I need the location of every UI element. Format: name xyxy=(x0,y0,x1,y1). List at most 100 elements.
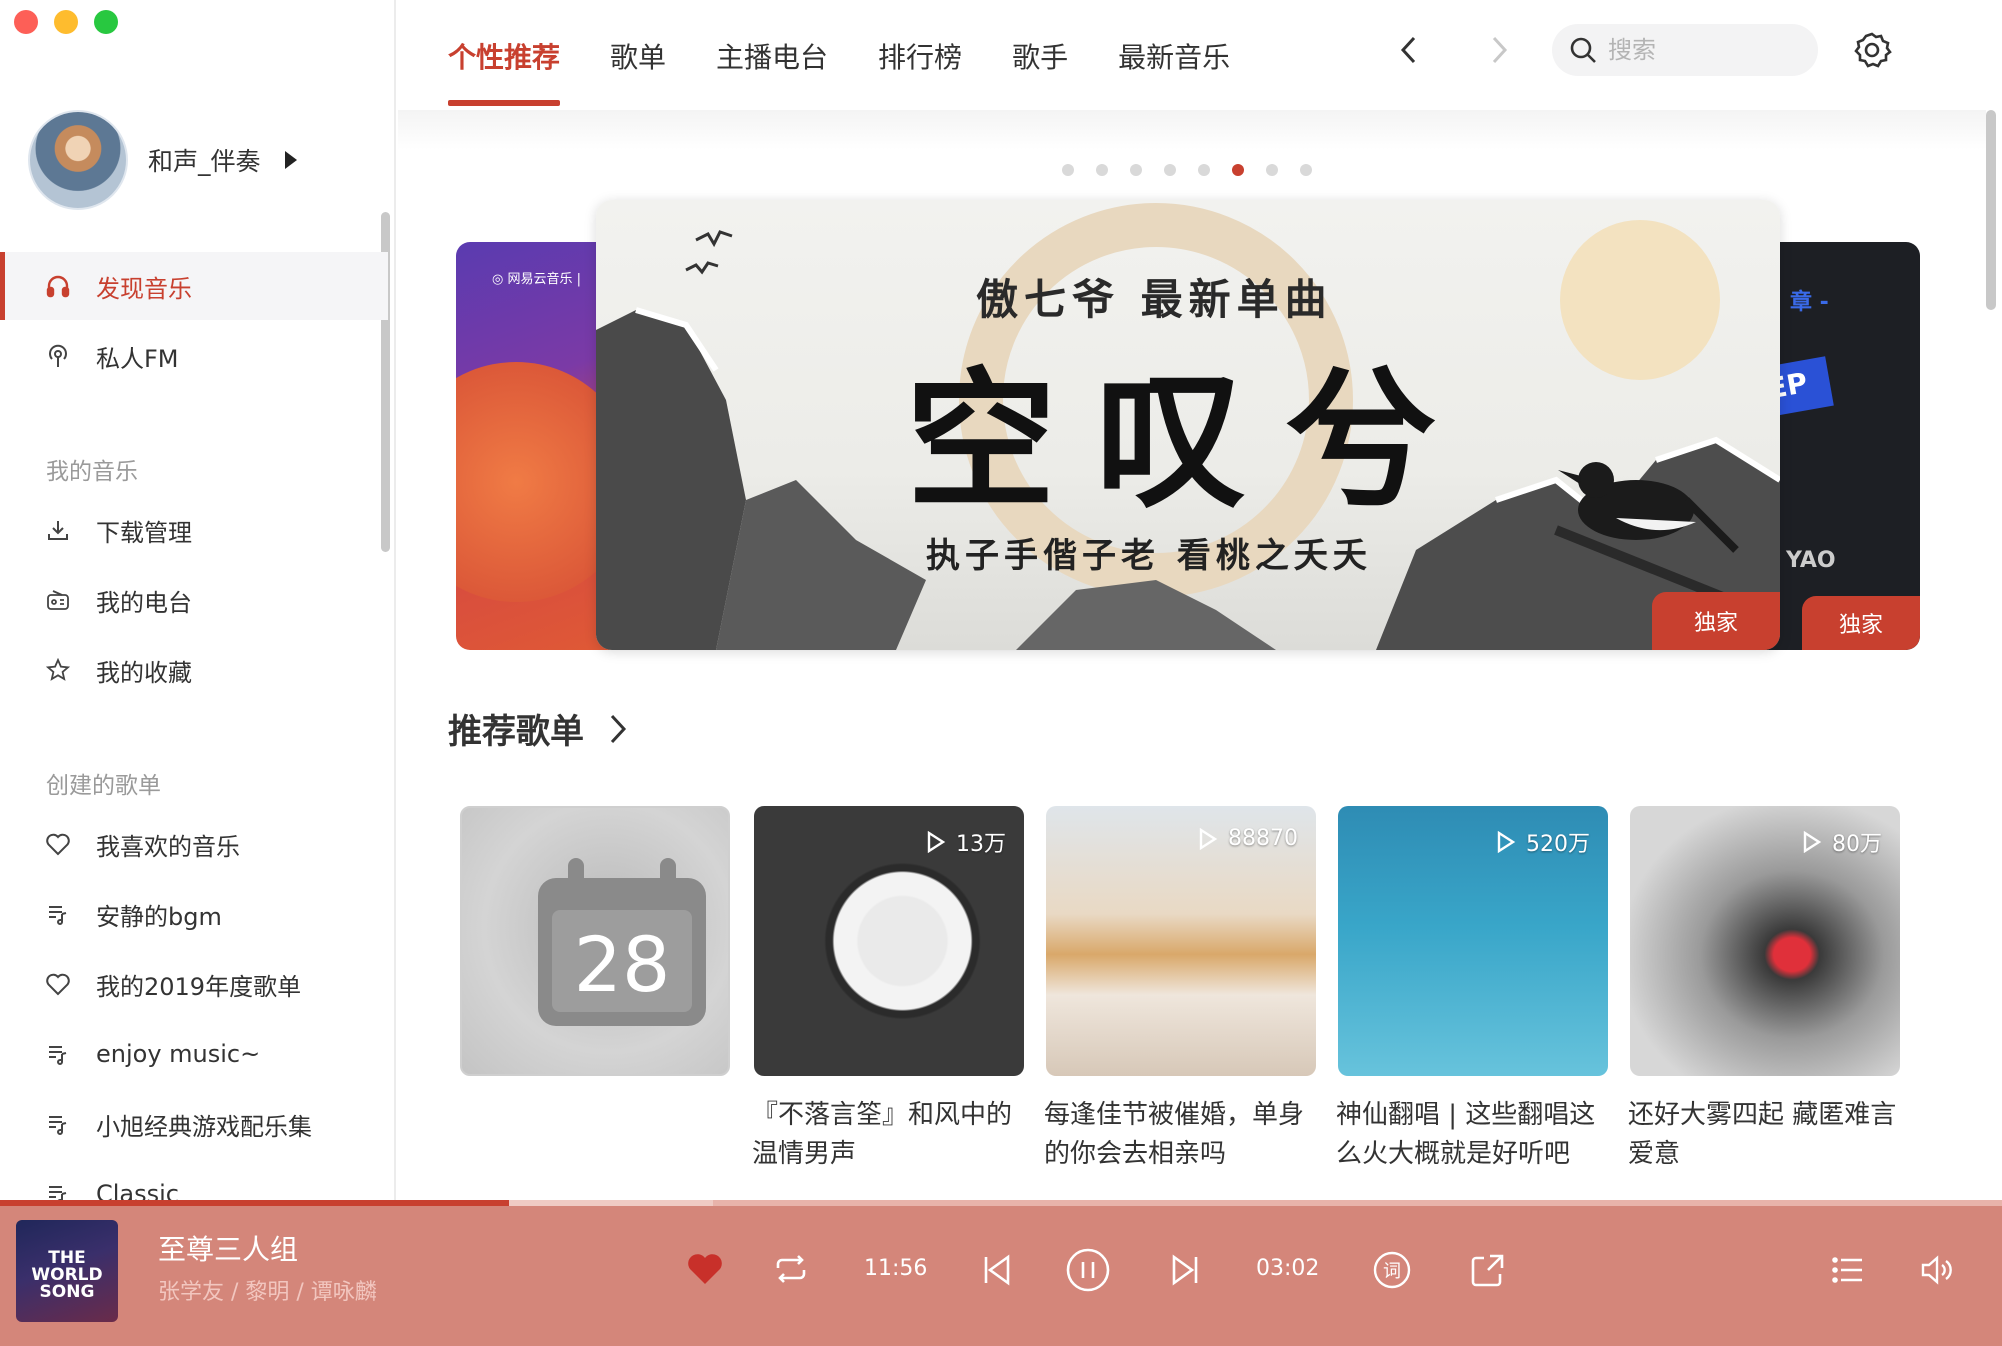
section-title: 推荐歌单 xyxy=(448,712,584,752)
main-scrollbar[interactable] xyxy=(1986,110,1996,310)
section-title-created-playlists: 创建的歌单 xyxy=(46,773,161,799)
play-icon xyxy=(1497,831,1516,853)
playlist-queue-icon[interactable] xyxy=(1832,1256,1864,1284)
playlist-icon xyxy=(44,1180,72,1200)
next-track-icon[interactable] xyxy=(1170,1254,1200,1286)
tab-charts[interactable]: 排行榜 xyxy=(878,36,962,106)
play-count: 88870 xyxy=(1198,826,1298,851)
sidebar-item-downloads[interactable]: 下载管理 xyxy=(0,496,388,564)
banner-dot[interactable] xyxy=(1266,164,1278,176)
tab-personal-recommend[interactable]: 个性推荐 xyxy=(448,36,561,106)
forward-button[interactable] xyxy=(1480,32,1516,68)
banner-carousel[interactable]: 傲七爷 最新单曲 空叹兮 执子手偕子老 看桃之夭夭 独家 xyxy=(596,200,1780,650)
banner-next-yao: YAO xyxy=(1786,548,1836,573)
settings-button[interactable] xyxy=(1852,30,1892,70)
calendar-day: 28 xyxy=(573,920,671,1009)
sidebar-item-label: 我的2019年度歌单 xyxy=(96,972,302,1001)
top-tabs: 个性推荐 歌单 主播电台 排行榜 歌手 最新音乐 xyxy=(448,36,1280,106)
play-count: 80万 xyxy=(1802,826,1882,858)
share-icon[interactable] xyxy=(1470,1252,1506,1288)
user-profile[interactable]: 和声_伴奏 xyxy=(28,110,297,210)
playlist-icon xyxy=(44,1110,72,1138)
sidebar-item-label: 下载管理 xyxy=(96,518,192,547)
banner-title: 空叹兮 xyxy=(906,353,1477,529)
recommended-playlists-header[interactable]: 推荐歌单 xyxy=(448,704,630,753)
heart-icon xyxy=(44,830,72,858)
album-cover-text: THE WORLD SONG xyxy=(31,1248,103,1302)
banner-dot[interactable] xyxy=(1164,164,1176,176)
banner-next-text: 章 - xyxy=(1790,290,1829,315)
sidebar: 和声_伴奏 发现音乐 私人FM 我的音乐 下载管理 我的电台 我的收藏 创建的歌… xyxy=(0,0,396,1200)
close-window-button[interactable] xyxy=(14,10,38,34)
back-button[interactable] xyxy=(1392,32,1428,68)
playlist-card[interactable]: 88870 xyxy=(1046,806,1316,1076)
play-count-value: 80万 xyxy=(1832,832,1882,857)
caret-right-icon[interactable] xyxy=(284,151,297,169)
window-controls xyxy=(14,10,118,34)
download-icon xyxy=(44,516,72,544)
sidebar-item-quiet-bgm[interactable]: 安静的bgm xyxy=(0,880,388,948)
sidebar-item-discover-music[interactable]: 发现音乐 xyxy=(0,252,388,320)
like-heart-icon[interactable] xyxy=(686,1252,724,1286)
album-cover[interactable]: THE WORLD SONG xyxy=(16,1220,118,1322)
sidebar-item-liked-music[interactable]: 我喜欢的音乐 xyxy=(0,810,388,878)
play-count-value: 88870 xyxy=(1228,826,1298,851)
playlist-card[interactable]: 520万 xyxy=(1338,806,1608,1076)
sidebar-item-game-music[interactable]: 小旭经典游戏配乐集 xyxy=(0,1090,388,1158)
sidebar-item-2019-playlist[interactable]: 我的2019年度歌单 xyxy=(0,950,388,1018)
playlist-card[interactable]: 80万 xyxy=(1630,806,1900,1076)
sidebar-item-my-radio[interactable]: 我的电台 xyxy=(0,566,388,634)
sidebar-item-classic[interactable]: Classic xyxy=(0,1160,388,1200)
play-count-value: 13万 xyxy=(956,832,1006,857)
sidebar-item-my-collection[interactable]: 我的收藏 xyxy=(0,636,388,704)
sidebar-item-label: enjoy music~ xyxy=(96,1040,261,1068)
playlist-title[interactable]: 每逢佳节被催婚，单身的你会去相亲吗 xyxy=(1044,1096,1314,1174)
star-icon xyxy=(44,656,72,684)
song-title[interactable]: 至尊三人组 xyxy=(158,1228,298,1268)
playlist-card[interactable]: 13万 xyxy=(754,806,1024,1076)
tab-new-music[interactable]: 最新音乐 xyxy=(1118,36,1230,106)
tab-artists[interactable]: 歌手 xyxy=(1012,36,1068,106)
search-input[interactable] xyxy=(1608,36,1798,64)
playlist-title[interactable]: 还好大雾四起 藏匿难言爱意 xyxy=(1628,1096,1898,1174)
chevron-right-icon xyxy=(610,714,627,743)
play-count-value: 520万 xyxy=(1526,832,1590,857)
sidebar-item-private-fm[interactable]: 私人FM xyxy=(0,322,388,390)
banner-dot[interactable] xyxy=(1062,164,1074,176)
banner-dot[interactable] xyxy=(1232,164,1244,176)
podcast-icon xyxy=(44,342,72,370)
play-count: 13万 xyxy=(926,826,1006,858)
previous-track-icon[interactable] xyxy=(982,1254,1012,1286)
zoom-window-button[interactable] xyxy=(94,10,118,34)
banner-tagline: 执子手偕子老 看桃之夭夭 xyxy=(926,536,1372,576)
repeat-icon[interactable] xyxy=(774,1254,808,1284)
song-artists[interactable]: 张学友 / 黎明 / 谭咏麟 xyxy=(158,1274,377,1306)
daily-recommend-card[interactable]: 28 xyxy=(460,806,730,1076)
search-box[interactable] xyxy=(1552,24,1818,76)
banner-dot[interactable] xyxy=(1300,164,1312,176)
tab-dj-radio[interactable]: 主播电台 xyxy=(716,36,828,106)
banner-dot[interactable] xyxy=(1198,164,1210,176)
banner-dot[interactable] xyxy=(1096,164,1108,176)
volume-icon[interactable] xyxy=(1920,1254,1954,1286)
user-name[interactable]: 和声_伴奏 xyxy=(148,142,261,178)
progress-fill[interactable] xyxy=(0,1200,509,1206)
chevron-right-icon xyxy=(1492,36,1508,64)
pause-icon[interactable] xyxy=(1066,1248,1110,1292)
playlist-title[interactable]: 『不落言筌』和风中的温情男声 xyxy=(752,1096,1022,1174)
sidebar-item-label: 发现音乐 xyxy=(96,274,192,303)
sidebar-item-enjoy-music[interactable]: enjoy music~ xyxy=(0,1020,388,1088)
total-duration: 03:02 xyxy=(1256,1256,1320,1281)
banner-subtitle: 傲七爷 最新单曲 xyxy=(976,275,1333,324)
calendar-icon: 28 xyxy=(538,858,706,1026)
banner-dot[interactable] xyxy=(1130,164,1142,176)
avatar[interactable] xyxy=(28,110,128,210)
banner-pagination xyxy=(1062,164,1312,176)
exclusive-badge: 独家 xyxy=(1652,592,1780,650)
lyrics-icon[interactable]: 词 xyxy=(1372,1250,1412,1290)
tab-playlists[interactable]: 歌单 xyxy=(610,36,666,106)
play-icon xyxy=(1803,831,1822,853)
minimize-window-button[interactable] xyxy=(54,10,78,34)
heart-icon xyxy=(44,970,72,998)
playlist-title[interactable]: 神仙翻唱 | 这些翻唱这么火大概就是好听吧 xyxy=(1336,1096,1606,1174)
